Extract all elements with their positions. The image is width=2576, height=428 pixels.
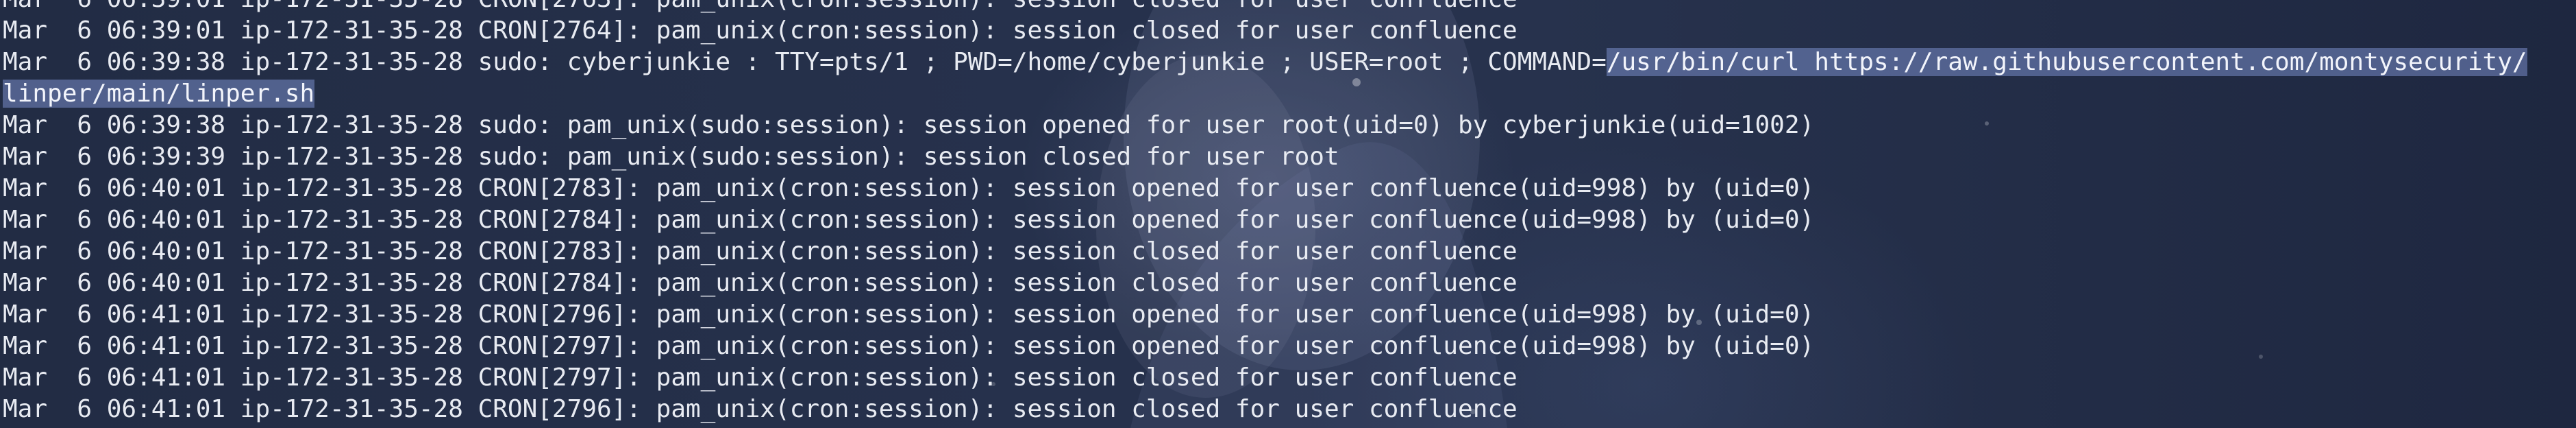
log-line: Mar 6 06:40:01 ip-172-31-35-28 CRON[2784… — [3, 204, 2527, 236]
log-line-text: Mar 6 06:39:38 ip-172-31-35-28 sudo: pam… — [3, 111, 1815, 139]
log-line: Mar 6 06:39:39 ip-172-31-35-28 sudo: pam… — [3, 141, 2527, 173]
log-line-text: Mar 6 06:40:01 ip-172-31-35-28 CRON[2783… — [3, 174, 1815, 202]
selected-text[interactable]: linper/main/linper.sh — [3, 80, 315, 108]
log-line-text: Mar 6 06:41:01 ip-172-31-35-28 CRON[2796… — [3, 300, 1815, 329]
log-line-text: Mar 6 06:39:01 ip-172-31-35-28 CRON[2763… — [3, 0, 1518, 13]
log-line: Mar 6 06:40:01 ip-172-31-35-28 CRON[2783… — [3, 173, 2527, 204]
log-line-text: Mar 6 06:39:01 ip-172-31-35-28 CRON[2764… — [3, 16, 1518, 45]
terminal-window[interactable]: Mar 6 06:39:01 ip-172-31-35-28 CRON[2763… — [0, 0, 2576, 428]
log-line: Mar 6 06:39:38 ip-172-31-35-28 sudo: pam… — [3, 110, 2527, 141]
terminal-output[interactable]: Mar 6 06:39:01 ip-172-31-35-28 CRON[2763… — [3, 0, 2527, 425]
log-line-text: Mar 6 06:39:39 ip-172-31-35-28 sudo: pam… — [3, 143, 1339, 171]
log-line-text: Mar 6 06:39:38 ip-172-31-35-28 sudo: cyb… — [3, 48, 1607, 76]
log-line: Mar 6 06:40:01 ip-172-31-35-28 CRON[2783… — [3, 236, 2527, 268]
log-line-text: Mar 6 06:40:01 ip-172-31-35-28 CRON[2783… — [3, 237, 1518, 265]
log-line: Mar 6 06:41:01 ip-172-31-35-28 CRON[2797… — [3, 362, 2527, 394]
log-line: Mar 6 06:40:01 ip-172-31-35-28 CRON[2784… — [3, 268, 2527, 299]
log-line-text: Mar 6 06:41:01 ip-172-31-35-28 CRON[2797… — [3, 332, 1815, 360]
log-line: Mar 6 06:41:01 ip-172-31-35-28 CRON[2796… — [3, 299, 2527, 331]
log-line: Mar 6 06:39:01 ip-172-31-35-28 CRON[2764… — [3, 15, 2527, 47]
selected-text[interactable]: /usr/bin/curl https://raw.githubusercont… — [1606, 48, 2527, 76]
log-line: linper/main/linper.sh — [3, 78, 2527, 110]
log-line: Mar 6 06:39:38 ip-172-31-35-28 sudo: cyb… — [3, 47, 2527, 78]
log-line-text: Mar 6 06:40:01 ip-172-31-35-28 CRON[2784… — [3, 206, 1815, 234]
log-line: Mar 6 06:41:01 ip-172-31-35-28 CRON[2796… — [3, 394, 2527, 425]
log-line-text: Mar 6 06:40:01 ip-172-31-35-28 CRON[2784… — [3, 269, 1518, 297]
log-line: Mar 6 06:39:01 ip-172-31-35-28 CRON[2763… — [3, 0, 2527, 15]
log-line-text: Mar 6 06:41:01 ip-172-31-35-28 CRON[2797… — [3, 364, 1518, 392]
log-line: Mar 6 06:41:01 ip-172-31-35-28 CRON[2797… — [3, 331, 2527, 362]
log-line-text: Mar 6 06:41:01 ip-172-31-35-28 CRON[2796… — [3, 395, 1518, 423]
